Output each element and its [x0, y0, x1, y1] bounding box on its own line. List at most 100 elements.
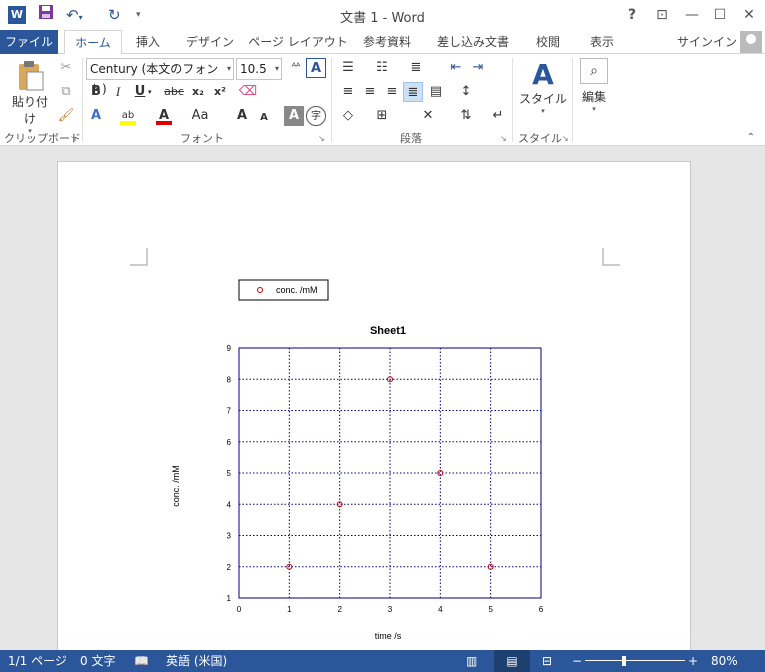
strikethrough-button[interactable]: abc — [164, 82, 184, 102]
document-area[interactable]: conc. /mM Sheet1 0123456123456789 time /… — [0, 146, 765, 650]
ribbon-home: 貼り付け ▾ ✂ ⧉ 🖌 クリップボード ↘ Century (本文のフォント)… — [0, 54, 765, 146]
read-mode-icon[interactable]: ▥ — [466, 650, 477, 672]
tab-design[interactable]: デザイン — [180, 30, 240, 54]
clipboard-launcher-icon[interactable]: ↘ — [70, 134, 77, 143]
bullets-icon[interactable]: ☰ — [338, 58, 358, 78]
chevron-down-icon[interactable]: ▾ — [148, 88, 152, 96]
format-painter-icon[interactable]: 🖌 — [56, 106, 76, 126]
web-layout-icon[interactable]: ⊟ — [542, 650, 552, 672]
tab-review[interactable]: 校閲 — [528, 30, 568, 54]
y-tick-label: 2 — [227, 563, 232, 572]
chevron-down-icon: ▾ — [274, 64, 279, 73]
x-tick-label: 2 — [337, 605, 342, 614]
y-tick-label: 7 — [227, 407, 232, 416]
avatar[interactable] — [740, 31, 762, 53]
styles-icon: A — [532, 58, 554, 91]
align-left-icon[interactable]: ≡ — [338, 82, 358, 102]
tab-file[interactable]: ファイル — [0, 30, 58, 54]
ribbon-display-options-button[interactable]: ⊡ — [649, 4, 675, 26]
zoom-out-button[interactable]: − — [572, 650, 582, 672]
font-size-value: 10.5 — [240, 62, 267, 76]
line-spacing-icon[interactable]: ↕ — [456, 82, 476, 102]
justify-icon[interactable]: ≣ — [403, 82, 423, 102]
status-bar: 1/1 ページ 0 文字 📖 英語 (米国) ▥ ▤ ⊟ − + 80% — [0, 650, 765, 672]
x-tick-label: 6 — [539, 605, 544, 614]
group-separator — [331, 58, 332, 142]
page-count[interactable]: 1/1 ページ — [8, 650, 67, 672]
numbering-icon[interactable]: ☷ — [372, 58, 392, 78]
tab-references[interactable]: 参考資料 — [355, 30, 419, 54]
ribbon-tabs: ファイル ホーム 挿入 デザイン ページ レイアウト 参考資料 差し込み文書 校… — [0, 30, 765, 55]
enclose-characters-icon[interactable]: 字 — [306, 106, 326, 126]
font-name-select[interactable]: Century (本文のフォント) ▾ — [86, 58, 234, 96]
shading-icon[interactable]: ◇ — [338, 106, 358, 126]
title-bar: W ↶▾ ↻ ▾ 文書 1 - Word ? ⊡ — ☐ ✕ — [0, 0, 765, 30]
tab-insert[interactable]: 挿入 — [126, 30, 170, 54]
subscript-button[interactable]: x₂ — [188, 82, 208, 102]
paste-button[interactable]: 貼り付け ▾ — [8, 60, 52, 135]
multilevel-list-icon[interactable]: ≣ — [406, 58, 426, 78]
decrease-indent-icon[interactable]: ⇤ — [446, 58, 466, 78]
distributed-icon[interactable]: ▤ — [426, 82, 446, 102]
signin-link[interactable]: サインイン — [677, 30, 737, 54]
grow-font-button[interactable]: A — [232, 106, 252, 126]
paragraph-launcher-icon[interactable]: ↘ — [500, 134, 507, 143]
editing-button[interactable]: ⌕ 編集 ▾ — [576, 58, 612, 113]
clipboard-icon — [19, 61, 44, 91]
help-button[interactable]: ? — [619, 4, 645, 26]
copy-icon[interactable]: ⧉ — [56, 82, 76, 102]
y-tick-label: 9 — [227, 344, 232, 353]
font-size-select[interactable]: 10.5 ▾ — [236, 58, 282, 80]
zoom-in-button[interactable]: + — [688, 650, 698, 672]
italic-button[interactable]: I — [108, 82, 128, 102]
print-layout-icon[interactable]: ▤ — [494, 650, 530, 672]
eraser-icon[interactable]: ⌫ — [238, 82, 258, 102]
show-hide-marks-icon[interactable]: ↵ — [488, 106, 508, 126]
clear-formatting-icon[interactable]: A — [306, 58, 326, 78]
tab-page-layout[interactable]: ページ レイアウト — [248, 30, 348, 54]
group-separator — [512, 58, 513, 142]
sort-icon[interactable]: ⇅ — [456, 106, 476, 126]
style-launcher-icon[interactable]: ↘ — [562, 134, 569, 143]
chart-title: Sheet1 — [370, 325, 406, 337]
document-page[interactable]: conc. /mM Sheet1 0123456123456789 time /… — [57, 161, 691, 650]
tab-home[interactable]: ホーム — [64, 30, 122, 55]
collapse-ribbon-icon[interactable]: ⌃ — [747, 132, 755, 143]
text-effects-icon[interactable]: A — [86, 106, 106, 126]
font-launcher-icon[interactable]: ↘ — [318, 134, 325, 143]
zoom-slider-thumb[interactable] — [622, 656, 626, 666]
x-axis-label: time /s — [375, 631, 402, 641]
y-tick-label: 8 — [227, 375, 232, 384]
y-tick-label: 1 — [227, 594, 232, 603]
zoom-slider[interactable] — [585, 660, 685, 661]
superscript-button[interactable]: x² — [210, 82, 230, 102]
underline-button[interactable]: U — [130, 82, 150, 102]
x-tick-label: 3 — [388, 605, 393, 614]
character-shading-icon[interactable]: A — [284, 106, 304, 126]
styles-button[interactable]: A スタイル ▾ — [518, 58, 568, 116]
font-color-button[interactable]: A — [154, 106, 174, 126]
scatter-chart: conc. /mM Sheet1 0 1 2 3 4 5 6123456789 time /… — [171, 279, 544, 641]
font-group-label: フォント — [180, 132, 224, 145]
zoom-level[interactable]: 80% — [711, 650, 738, 672]
maximize-button[interactable]: ☐ — [707, 4, 733, 26]
grow-shrink-icon[interactable]: ᴬᴬ — [286, 58, 306, 78]
highlight-icon[interactable]: ab — [118, 106, 138, 126]
language-indicator[interactable]: 英語 (米国) — [166, 650, 227, 672]
chevron-down-icon: ▾ — [541, 107, 545, 115]
minimize-button[interactable]: — — [679, 4, 705, 26]
proofing-icon[interactable]: 📖 — [134, 650, 149, 672]
align-right-icon[interactable]: ≡ — [382, 82, 402, 102]
change-case-button[interactable]: Aa — [190, 106, 210, 126]
word-count[interactable]: 0 文字 — [80, 650, 115, 672]
cut-icon[interactable]: ✂ — [56, 58, 76, 78]
asian-layout-icon[interactable]: ✕ — [418, 106, 438, 126]
close-button[interactable]: ✕ — [736, 4, 762, 26]
bold-button[interactable]: B — [86, 82, 106, 102]
tab-view[interactable]: 表示 — [580, 30, 624, 54]
align-center-icon[interactable]: ≡ — [360, 82, 380, 102]
borders-icon[interactable]: ⊞ — [372, 106, 392, 126]
increase-indent-icon[interactable]: ⇥ — [468, 58, 488, 78]
shrink-font-button[interactable]: A — [254, 108, 274, 128]
tab-mailings[interactable]: 差し込み文書 — [430, 30, 516, 54]
